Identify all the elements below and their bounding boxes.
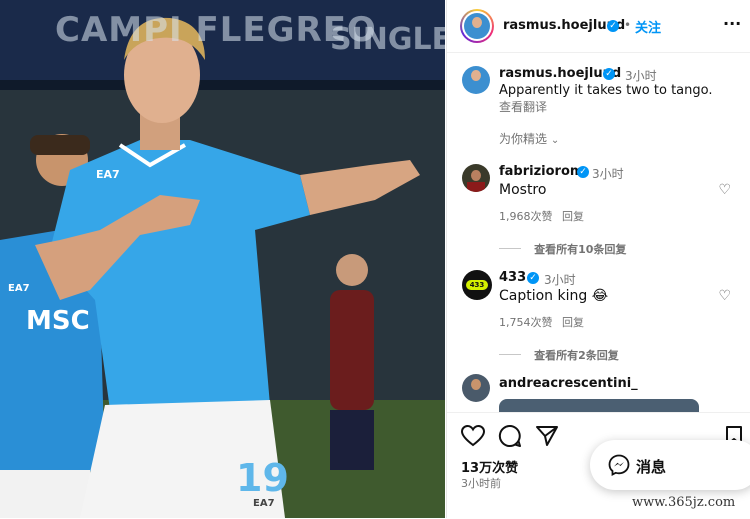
messenger-icon bbox=[608, 454, 630, 476]
more-options-icon[interactable]: ··· bbox=[723, 14, 741, 33]
author-avatar[interactable] bbox=[460, 9, 494, 43]
photo-scene bbox=[0, 0, 445, 518]
heart-icon[interactable] bbox=[461, 425, 485, 447]
comment-item: fabriziorom ✓ 3小时 Mostro 1,968次赞 回复 ♡ 查看… bbox=[447, 160, 750, 256]
comment-text-body: Caption king bbox=[499, 288, 588, 304]
comment-time: 3小时 bbox=[592, 167, 624, 181]
caption-time: 3小时 bbox=[625, 69, 657, 83]
view-replies-label: 查看所有2条回复 bbox=[534, 349, 619, 362]
comment-item: 433 433 ✓ 3小时 Caption king 😂 1,754次赞 回复 … bbox=[447, 266, 750, 362]
comment-text: Mostro bbox=[499, 182, 547, 198]
caption-avatar[interactable] bbox=[462, 66, 490, 94]
comment-sort-dropdown[interactable]: 为你精选 ⌄ bbox=[499, 130, 559, 147]
laughing-emoji-icon: 😂 bbox=[591, 288, 609, 304]
follow-button[interactable]: 关注 bbox=[635, 17, 661, 36]
comment-icon[interactable] bbox=[498, 424, 522, 448]
see-translation-link[interactable]: 查看翻译 bbox=[499, 98, 547, 115]
post-time: 3小时前 bbox=[461, 477, 501, 490]
messages-label: 消息 bbox=[636, 458, 667, 476]
post-header: rasmus.hoejlund ✓ • 关注 ··· bbox=[447, 0, 750, 53]
comment-image-preview[interactable] bbox=[499, 399, 699, 412]
verified-icon: ✓ bbox=[603, 68, 615, 80]
verified-icon: ✓ bbox=[577, 166, 589, 178]
commenter-username[interactable]: andreacrescentini_ bbox=[499, 376, 638, 391]
heart-icon[interactable]: ♡ bbox=[718, 288, 731, 304]
view-replies-label: 查看所有10条回复 bbox=[534, 243, 627, 256]
teammate-shirt-brand: EA7 bbox=[8, 283, 30, 294]
replies-divider bbox=[499, 248, 521, 249]
stadium-banner-text: CAMPI FLEGREO bbox=[55, 10, 377, 50]
commenter-avatar[interactable] bbox=[462, 164, 490, 192]
verified-icon: ✓ bbox=[527, 272, 539, 284]
view-replies-link[interactable]: 查看所有10条回复 bbox=[499, 238, 626, 257]
caption: rasmus.hoejlund ✓ 3小时 Apparently it take… bbox=[447, 62, 750, 120]
stadium-banner-text-right: SINGLE bbox=[330, 22, 445, 57]
commenter-avatar[interactable]: 433 bbox=[462, 270, 492, 300]
chevron-down-icon: ⌄ bbox=[550, 135, 560, 146]
verified-icon: ✓ bbox=[607, 20, 619, 32]
post-photo[interactable]: CAMPI FLEGREO SINGLE EA7 EA7 MSC 19 EA7 bbox=[0, 0, 445, 518]
like-count[interactable]: 13万次赞 bbox=[461, 457, 518, 476]
share-icon[interactable] bbox=[535, 425, 559, 447]
reply-button[interactable]: 回复 bbox=[562, 208, 584, 224]
site-watermark: www.365jz.com bbox=[632, 495, 736, 510]
shirt-brand: EA7 bbox=[96, 168, 120, 181]
comment-time: 3小时 bbox=[544, 273, 576, 287]
commenter-username[interactable]: 433 bbox=[499, 270, 526, 285]
comment-sort-label: 为你精选 bbox=[499, 132, 548, 146]
shorts-brand: EA7 bbox=[253, 498, 275, 509]
commenter-username[interactable]: fabriziorom bbox=[499, 164, 583, 179]
comment-likes[interactable]: 1,968次赞 bbox=[499, 208, 553, 224]
comment-likes[interactable]: 1,754次赞 bbox=[499, 314, 553, 330]
caption-text: Apparently it takes two to tango. bbox=[499, 83, 713, 98]
teammate-sponsor: MSC bbox=[26, 306, 90, 336]
comment-item: andreacrescentini_ bbox=[447, 372, 750, 412]
dot-separator: • bbox=[624, 18, 632, 32]
messages-button[interactable]: 消息 bbox=[590, 440, 750, 490]
reply-button[interactable]: 回复 bbox=[562, 314, 584, 330]
commenter-avatar[interactable] bbox=[462, 374, 490, 402]
comment-text: Caption king 😂 bbox=[499, 288, 608, 304]
view-replies-link[interactable]: 查看所有2条回复 bbox=[499, 344, 619, 363]
heart-icon[interactable]: ♡ bbox=[718, 182, 731, 198]
shirt-number: 19 bbox=[236, 456, 289, 500]
replies-divider bbox=[499, 354, 521, 355]
